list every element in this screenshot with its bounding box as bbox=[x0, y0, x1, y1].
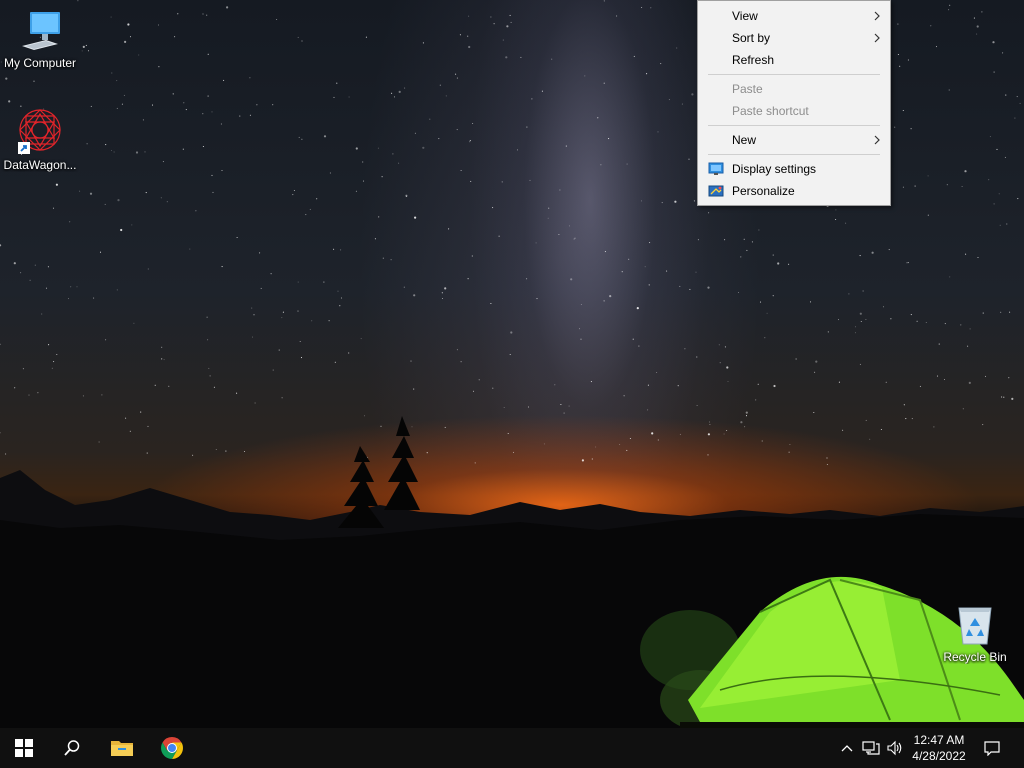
notification-icon bbox=[984, 741, 1000, 756]
system-clock[interactable]: 12:47 AM 4/28/2022 bbox=[902, 732, 976, 764]
file-explorer-button[interactable] bbox=[98, 728, 146, 768]
clock-time: 12:47 AM bbox=[913, 733, 965, 747]
search-button[interactable] bbox=[48, 728, 96, 768]
menu-item-new[interactable]: New bbox=[698, 129, 890, 151]
menu-item-refresh[interactable]: Refresh bbox=[698, 49, 890, 71]
menu-item-label: Display settings bbox=[732, 162, 817, 176]
menu-item-personalize[interactable]: Personalize bbox=[698, 180, 890, 202]
menu-item-label: View bbox=[732, 9, 758, 23]
desktop-icon-label: Recycle Bin bbox=[943, 650, 1007, 664]
chevron-right-icon bbox=[874, 135, 880, 145]
menu-item-sort-by[interactable]: Sort by bbox=[698, 27, 890, 49]
action-center-button[interactable] bbox=[978, 728, 1006, 768]
chrome-button[interactable] bbox=[148, 728, 196, 768]
menu-item-label: Paste shortcut bbox=[732, 104, 809, 118]
menu-item-label: Paste bbox=[732, 82, 763, 96]
menu-item-label: New bbox=[732, 133, 757, 147]
start-button[interactable] bbox=[0, 728, 48, 768]
menu-item-display-settings[interactable]: Display settings bbox=[698, 158, 890, 180]
menu-item-paste[interactable]: Paste bbox=[698, 78, 890, 100]
desktop-icon-datawagon[interactable]: DataWagon... bbox=[0, 106, 80, 172]
menu-item-label: Sort by bbox=[732, 31, 771, 45]
clock-date: 4/28/2022 bbox=[912, 749, 966, 763]
recycle-bin-icon bbox=[958, 607, 992, 645]
display-icon bbox=[708, 162, 724, 175]
menu-separator bbox=[708, 74, 880, 75]
menu-item-label: Refresh bbox=[732, 53, 775, 67]
menu-item-label: Personalize bbox=[732, 184, 795, 198]
menu-item-paste-shortcut[interactable]: Paste shortcut bbox=[698, 100, 890, 122]
computer-icon bbox=[22, 12, 60, 50]
search-icon bbox=[64, 740, 80, 756]
menu-item-view[interactable]: View bbox=[698, 5, 890, 27]
folder-icon bbox=[111, 741, 133, 756]
show-hidden-icons-button[interactable] bbox=[838, 728, 856, 768]
chevron-up-icon bbox=[841, 745, 853, 752]
desktop-icon-recycle-bin[interactable]: Recycle Bin bbox=[935, 602, 1015, 664]
chevron-right-icon bbox=[874, 11, 880, 21]
datawagon-shortcut-icon bbox=[18, 109, 61, 154]
network-icon bbox=[862, 741, 880, 755]
desktop-icon-my-computer[interactable]: My Computer bbox=[0, 8, 80, 70]
personalize-icon bbox=[708, 185, 724, 197]
chevron-right-icon bbox=[874, 33, 880, 43]
chrome-icon bbox=[161, 737, 183, 759]
menu-separator bbox=[708, 125, 880, 126]
desktop-icon-label: My Computer bbox=[3, 56, 77, 70]
taskbar: 12:47 AM 4/28/2022 bbox=[0, 728, 1024, 768]
network-button[interactable] bbox=[860, 728, 882, 768]
desktop-context-menu: View Sort by Refresh Paste Paste shortcu… bbox=[697, 0, 891, 206]
desktop-icon-label: DataWagon... bbox=[3, 158, 77, 172]
windows-logo-icon bbox=[15, 739, 33, 757]
menu-separator bbox=[708, 154, 880, 155]
